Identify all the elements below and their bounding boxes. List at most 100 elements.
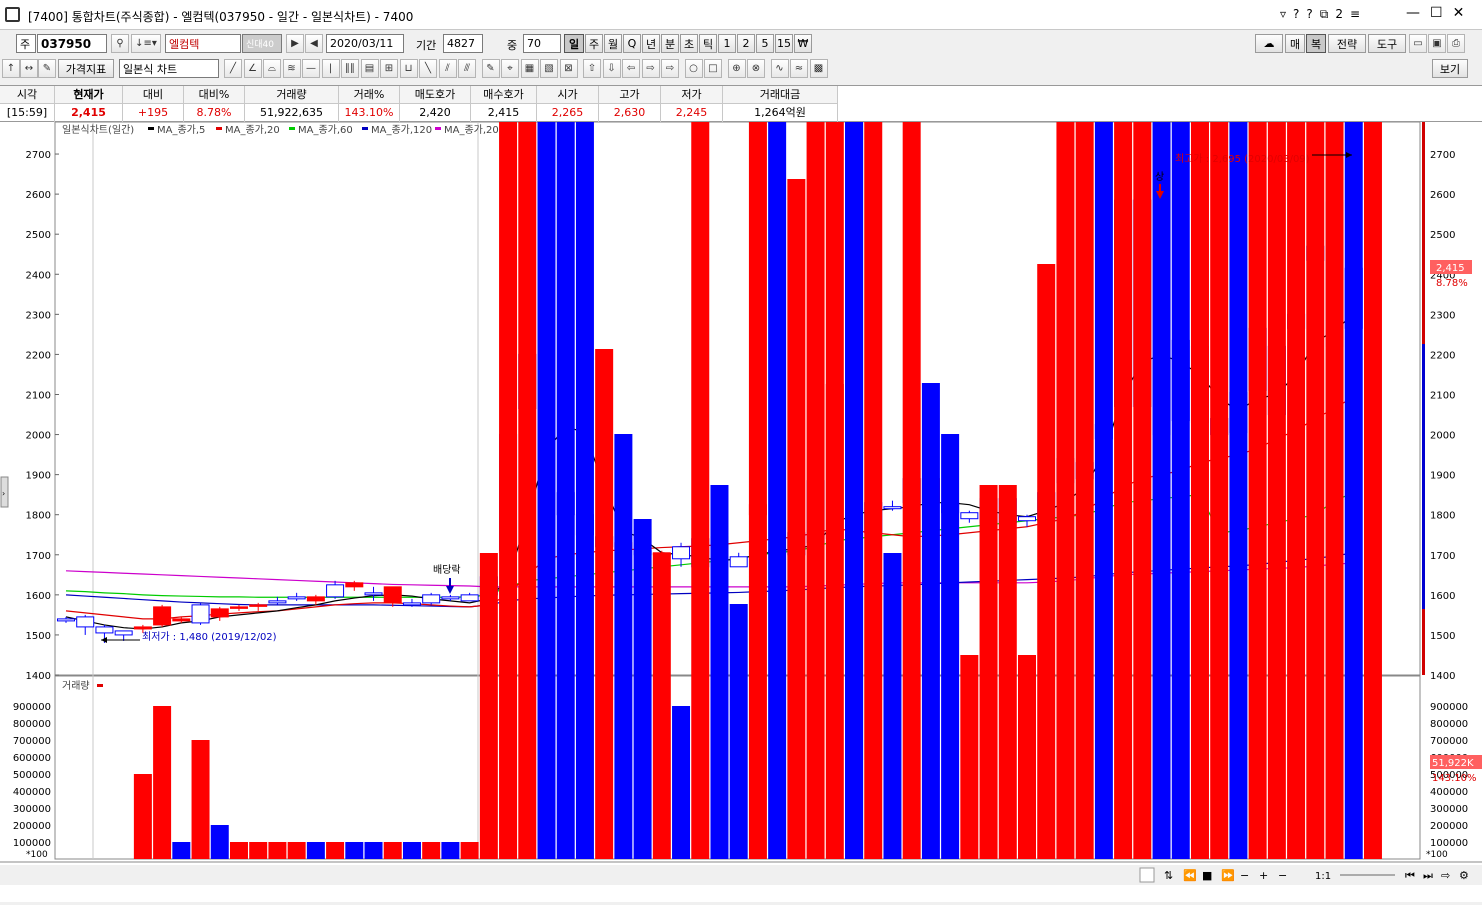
circle-icon[interactable]: ○ xyxy=(684,59,703,78)
help-button-2[interactable]: ? xyxy=(1306,7,1312,22)
tools-button[interactable]: 도구 xyxy=(1368,34,1406,53)
arrow-right-2-icon[interactable]: ⇨ xyxy=(661,59,679,78)
color-box-icon[interactable]: ▦ xyxy=(520,59,539,78)
arrow-down-icon[interactable]: ⇩ xyxy=(602,59,621,78)
ma-legend-4: MA_종가,120 xyxy=(371,124,432,136)
candle-body xyxy=(210,608,229,618)
edit-icon[interactable]: ✎ xyxy=(38,59,56,78)
period-week-button[interactable]: 주 xyxy=(585,34,603,53)
cross-grid-icon[interactable]: ⊞ xyxy=(380,59,398,78)
zoom-in-icon[interactable]: ⊕ xyxy=(727,59,746,78)
screen-number-button[interactable]: 2 xyxy=(1335,7,1343,22)
angle-line-icon[interactable]: ∠ xyxy=(243,59,262,78)
stock-code-input[interactable]: 037950 xyxy=(37,34,107,53)
pencil-icon[interactable]: ✎ xyxy=(481,59,500,78)
trade-button[interactable]: 매 xyxy=(1285,34,1305,53)
volume-bar xyxy=(1171,0,1190,859)
period-quarter-button[interactable]: Q xyxy=(623,34,641,53)
scroll-toggle-icon[interactable]: ⇅ xyxy=(1164,869,1173,882)
candlestick-chart[interactable]: 2700 27002600 26002500 25002400 24002300 2300… xyxy=(0,0,1482,902)
chart-area[interactable]: 2700 2700 2600 2600 2500 2500 2400 2400 2300 2300… xyxy=(0,0,1482,902)
horizontal-line-icon[interactable]: — xyxy=(302,59,320,78)
period-year-button[interactable]: 년 xyxy=(642,34,660,53)
price-tick-left: 2300 xyxy=(26,310,51,321)
fast-forward-icon[interactable]: ⏩ xyxy=(1221,869,1235,882)
interval-15-button[interactable]: 15 xyxy=(775,34,793,53)
up-arrow-icon[interactable]: ↑ xyxy=(2,59,20,78)
rewind-icon[interactable]: ⏪ xyxy=(1183,869,1197,882)
chart-settings-icon[interactable]: ⚙ xyxy=(1459,869,1469,882)
minimize-icon[interactable]: — xyxy=(1406,5,1420,21)
first-page-icon[interactable]: ⏮ xyxy=(1405,869,1415,882)
settings-icon[interactable]: ≡ xyxy=(1350,7,1360,22)
prev-stock-icon[interactable]: ◀ xyxy=(305,34,323,53)
price-tick-right: 2600 xyxy=(1430,190,1455,201)
trend-line-icon[interactable]: ╱ xyxy=(224,59,242,78)
folder-icon[interactable]: ▭ xyxy=(1409,34,1427,53)
regression-icon[interactable]: ⫻ xyxy=(458,59,476,78)
last-page-icon[interactable]: ⏭ xyxy=(1423,869,1433,882)
strategy-button[interactable]: 전략 xyxy=(1328,34,1366,53)
wave-2-icon[interactable]: ≈ xyxy=(790,59,808,78)
fib-fan-icon[interactable]: ≋ xyxy=(282,59,301,78)
delete-icon[interactable]: ⊠ xyxy=(559,59,578,78)
channel-icon[interactable]: ⫽ xyxy=(438,59,457,78)
cursor-icon[interactable]: ⌖ xyxy=(501,59,519,78)
parallel-lines-icon[interactable]: ∥∥ xyxy=(341,59,359,78)
period-minute-button[interactable]: 분 xyxy=(661,34,679,53)
expand-icon[interactable]: ↔ xyxy=(20,59,38,78)
price-indicator-button[interactable]: 가격지표 xyxy=(58,59,114,78)
count-input[interactable]: 70 xyxy=(523,34,561,53)
currency-button[interactable]: ₩ xyxy=(794,34,812,53)
interval-5-button[interactable]: 5 xyxy=(756,34,774,53)
period-tick-button[interactable]: 틱 xyxy=(699,34,717,53)
period-month-button[interactable]: 월 xyxy=(604,34,622,53)
volume-bar xyxy=(1075,0,1094,859)
cloud-icon[interactable]: ☁ xyxy=(1255,34,1283,53)
arc-icon[interactable]: ⌓ xyxy=(263,59,281,78)
volume-bar xyxy=(806,0,825,859)
zoom-out-icon[interactable]: − xyxy=(1278,869,1287,882)
volume-bar xyxy=(537,0,556,859)
search-icon[interactable]: ⚲ xyxy=(111,34,129,53)
interval-2-button[interactable]: 2 xyxy=(737,34,755,53)
volume-bar xyxy=(441,842,460,859)
maximize-icon[interactable]: ☐ xyxy=(1430,5,1443,21)
grid-lines-icon[interactable]: ▤ xyxy=(360,59,379,78)
zoom-plus-icon[interactable]: + xyxy=(1259,869,1268,882)
arrow-up-icon[interactable]: ⇧ xyxy=(583,59,601,78)
zoom-minus-icon[interactable]: − xyxy=(1240,869,1249,882)
period-input[interactable]: 4827 xyxy=(443,34,483,53)
help-button[interactable]: ? xyxy=(1293,7,1299,22)
fill-box-icon[interactable]: ▧ xyxy=(540,59,558,78)
sort-icon[interactable]: ↓≡▾ xyxy=(131,34,161,53)
pin-icon[interactable]: ▿ xyxy=(1280,7,1286,22)
close-icon[interactable]: ✕ xyxy=(1453,5,1465,21)
arrow-right-icon[interactable]: ⇨ xyxy=(641,59,660,78)
arrow-left-icon[interactable]: ⇦ xyxy=(622,59,640,78)
view-button[interactable]: 보기 xyxy=(1432,59,1468,78)
pattern-icon[interactable]: ▩ xyxy=(809,59,828,78)
next-stock-icon[interactable]: ▶ xyxy=(286,34,304,53)
save-icon[interactable]: ▣ xyxy=(1428,34,1446,53)
scroll-right-button[interactable] xyxy=(1139,867,1155,883)
wave-icon[interactable]: ∿ xyxy=(770,59,789,78)
period-day-button[interactable]: 일 xyxy=(564,34,584,53)
stop-icon[interactable]: ■ xyxy=(1202,869,1212,882)
volume-bar xyxy=(1363,0,1382,859)
rectangle-icon[interactable]: □ xyxy=(704,59,722,78)
zoom-out-icon[interactable]: ⊗ xyxy=(747,59,765,78)
chart-type-select[interactable]: 일본식 차트 xyxy=(119,59,219,78)
interval-1-button[interactable]: 1 xyxy=(718,34,736,53)
market-type-select[interactable]: 주 xyxy=(16,34,36,53)
ma-legend-swatch xyxy=(148,127,154,130)
print-icon[interactable]: ⎙ xyxy=(1447,34,1465,53)
next-page-icon[interactable]: ⇨ xyxy=(1441,869,1450,882)
period-second-button[interactable]: 초 xyxy=(680,34,698,53)
link-icon[interactable]: ⧉ xyxy=(1320,7,1329,22)
down-line-icon[interactable]: ╲ xyxy=(419,59,437,78)
cup-icon[interactable]: ⊔ xyxy=(399,59,418,78)
restore-button[interactable]: 복 xyxy=(1306,34,1326,53)
date-input[interactable]: 2020/03/11 xyxy=(326,34,404,53)
vertical-line-icon[interactable]: | xyxy=(321,59,340,78)
